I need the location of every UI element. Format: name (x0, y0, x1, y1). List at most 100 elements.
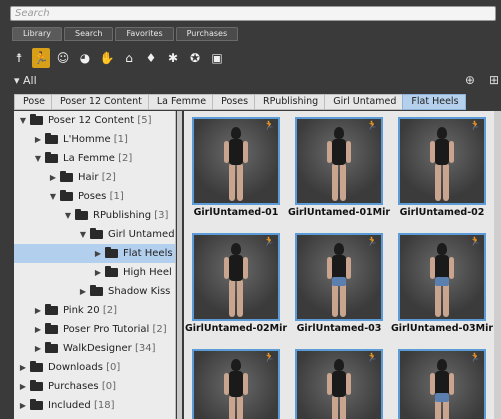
tree-item-label: Purchases [0] (48, 381, 116, 392)
tree-item-count: [34] (134, 343, 156, 354)
breadcrumb: Pose Poser 12 Content La Femme Poses RPu… (14, 94, 466, 110)
pose-thumbnail[interactable]: 🏃 GirlUntamed-03 (295, 233, 383, 334)
folder-icon (105, 247, 118, 258)
figure-silhouette (327, 359, 351, 419)
pose-thumbnail[interactable]: 🏃 GirlUntamed-01Mir (288, 117, 390, 218)
chevron-right-icon[interactable]: ▶ (18, 358, 28, 377)
pose-preview-image: 🏃 (295, 117, 383, 205)
pose-thumbnail[interactable]: 🏃 GirlUntamed-02 (398, 117, 486, 218)
tree-item[interactable]: ▶ Pink 20 [2] (14, 301, 175, 320)
figure-icon[interactable]: ☨ (10, 48, 28, 68)
pose-thumbnail[interactable]: 🏃 (398, 349, 486, 419)
tree-item[interactable]: ▶ Included [18] (14, 396, 175, 415)
camera-icon[interactable]: ✱ (164, 48, 182, 68)
light-icon[interactable]: ♦ (142, 48, 160, 68)
pose-caption: GirlUntamed-02Mir (184, 323, 288, 334)
pose-caption: GirlUntamed-01 (193, 207, 279, 218)
folder-icon (90, 285, 103, 296)
library-options-icon[interactable]: ⊞ (489, 73, 499, 87)
tree-item-count: [0] (106, 362, 121, 373)
crumb-la-femme[interactable]: La Femme (147, 94, 214, 110)
chevron-right-icon[interactable]: ▶ (78, 282, 88, 301)
pose-thumbnail[interactable]: 🏃 GirlUntamed-02Mir (185, 233, 287, 334)
crumb-poses[interactable]: Poses (212, 94, 256, 110)
crumb-rpublishing[interactable]: RPublishing (254, 94, 326, 110)
tree-item[interactable]: ▶ High Heel (14, 263, 175, 282)
tree-item[interactable]: ▶ Poser Pro Tutorial [2] (14, 320, 175, 339)
folder-icon (45, 323, 58, 334)
chevron-right-icon[interactable]: ▶ (48, 168, 58, 187)
tree-item-label: Girl Untamed (108, 229, 175, 240)
tree-item-count: [1] (109, 191, 124, 202)
library-tabs: Library Search Favorites Purchases (12, 27, 239, 41)
tree-item[interactable]: ▶ Flat Heels (14, 244, 175, 263)
pose-type-icon: 🏃 (366, 353, 378, 363)
hair-icon[interactable]: ◕ (76, 48, 94, 68)
folder-icon (60, 190, 73, 201)
tab-search[interactable]: Search (63, 27, 114, 41)
crumb-poser-12-content[interactable]: Poser 12 Content (51, 94, 149, 110)
chevron-down-icon[interactable]: ▼ (18, 111, 28, 130)
chevron-right-icon[interactable]: ▶ (33, 301, 43, 320)
tree-item-count: [3] (154, 210, 169, 221)
chevron-down-icon[interactable]: ▼ (33, 149, 43, 168)
add-library-icon[interactable]: ⊕ (465, 73, 475, 87)
tree-item[interactable]: ▼ Poser 12 Content [5] (14, 111, 175, 130)
figure-silhouette (224, 243, 248, 319)
crumb-pose[interactable]: Pose (14, 94, 52, 110)
chevron-right-icon[interactable]: ▶ (93, 263, 103, 282)
hand-icon[interactable]: ✋ (98, 48, 116, 68)
props-icon[interactable]: ⌂ (120, 48, 138, 68)
pose-icon[interactable]: 🏃 (32, 48, 50, 68)
tree-item[interactable]: ▶ L'Homme [1] (14, 130, 175, 149)
tree-item[interactable]: ▶ Downloads [0] (14, 358, 175, 377)
chevron-right-icon[interactable]: ▶ (33, 130, 43, 149)
tree-item[interactable]: ▶ Purchases [0] (14, 377, 175, 396)
tab-purchases[interactable]: Purchases (175, 27, 239, 41)
tree-item[interactable]: ▼ La Femme [2] (14, 149, 175, 168)
chevron-right-icon[interactable]: ▶ (18, 377, 28, 396)
scene-icon[interactable]: ✪ (186, 48, 204, 68)
chevron-right-icon[interactable]: ▶ (33, 339, 43, 358)
chevron-right-icon[interactable]: ▶ (18, 396, 28, 415)
tree-item[interactable]: ▼ Poses [1] (14, 187, 175, 206)
tree-item-count: [2] (102, 305, 117, 316)
folder-icon (45, 342, 58, 353)
pose-type-icon: 🏃 (469, 237, 481, 247)
tree-item-count: [5] (137, 115, 152, 126)
face-icon[interactable]: ☺ (54, 48, 72, 68)
folder-tree: ▼ Poser 12 Content [5] ▶ L'Homme [1] ▼ La Fem… (14, 111, 176, 419)
category-toolbar: ☨ 🏃 ☺ ◕ ✋ ⌂ ♦ ✱ ✪ ▣ (10, 47, 226, 69)
chevron-down-icon[interactable]: ▼ (78, 225, 88, 244)
folder-icon (45, 152, 58, 163)
tree-item-count: [1] (113, 134, 128, 145)
folder-icon (60, 171, 73, 182)
tree-item[interactable]: ▶ Shadow Kiss (14, 282, 175, 301)
tree-item-label: RPublishing [3] (93, 210, 169, 221)
tab-library[interactable]: Library (12, 27, 62, 41)
thumbnail-grid: 🏃 GirlUntamed-01 🏃 GirlUntamed-01Mir 🏃 GirlUn… (184, 111, 494, 419)
tree-item[interactable]: ▼ RPublishing [3] (14, 206, 175, 225)
folder-icon (30, 361, 43, 372)
tree-item[interactable]: ▼ Girl Untamed (14, 225, 175, 244)
tree-item[interactable]: ▶ Hair [2] (14, 168, 175, 187)
pose-type-icon: 🏃 (366, 237, 378, 247)
pose-thumbnail[interactable]: 🏃 (192, 349, 280, 419)
chevron-down-icon[interactable]: ▼ (48, 187, 58, 206)
tab-favorites[interactable]: Favorites (115, 27, 174, 41)
crumb-girl-untamed[interactable]: Girl Untamed (324, 94, 404, 110)
tree-item[interactable]: ▶ WalkDesigner [34] (14, 339, 175, 358)
collection-toggle[interactable]: ▾ All (14, 74, 37, 87)
render-icon[interactable]: ▣ (208, 48, 226, 68)
crumb-flat-heels[interactable]: Flat Heels (402, 94, 466, 110)
chevron-right-icon[interactable]: ▶ (33, 320, 43, 339)
chevron-right-icon[interactable]: ▶ (93, 244, 103, 263)
chevron-down-icon[interactable]: ▼ (63, 206, 73, 225)
tree-item-count: [2] (118, 153, 133, 164)
grid-scrollbar[interactable] (494, 111, 501, 419)
search-input[interactable]: Search (10, 6, 496, 21)
tree-scrollbar[interactable] (177, 111, 182, 419)
pose-thumbnail[interactable]: 🏃 GirlUntamed-03Mir (391, 233, 493, 334)
pose-thumbnail[interactable]: 🏃 (295, 349, 383, 419)
pose-thumbnail[interactable]: 🏃 GirlUntamed-01 (192, 117, 280, 218)
